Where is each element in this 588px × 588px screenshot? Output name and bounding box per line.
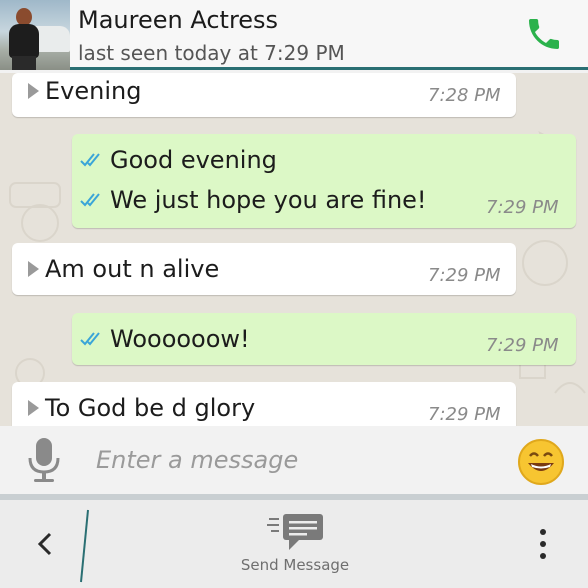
microphone-icon	[28, 438, 60, 482]
action-bar: Send Message	[0, 500, 588, 588]
chat-header: Maureen Actress last seen today at 7:29 …	[0, 0, 588, 70]
send-message-button[interactable]: Send Message	[230, 512, 360, 584]
read-ticks-icon	[80, 332, 100, 346]
emoji-button[interactable]	[517, 438, 565, 486]
message-time: 7:28 PM	[428, 85, 501, 106]
message-text: We just hope you are fine!	[110, 186, 427, 214]
incoming-arrow-icon	[28, 400, 39, 416]
call-button[interactable]	[522, 12, 566, 56]
back-button[interactable]	[30, 526, 60, 562]
incoming-arrow-icon	[28, 261, 39, 277]
more-vertical-icon	[540, 529, 546, 559]
avatar-person-legs	[12, 56, 36, 70]
message-time: 7:29 PM	[486, 335, 559, 356]
message-bubble-outgoing[interactable]: Woooooow! 7:29 PM	[72, 313, 576, 365]
message-composer	[0, 426, 588, 494]
message-text: Am out n alive	[45, 255, 220, 283]
incoming-arrow-icon	[28, 83, 39, 99]
chat-conversation[interactable]: Evening 7:28 PM Good evening We just hop…	[0, 73, 588, 426]
message-time: 7:29 PM	[486, 197, 559, 218]
contact-name[interactable]: Maureen Actress	[78, 6, 278, 34]
read-ticks-icon	[80, 193, 100, 207]
read-ticks-icon	[80, 153, 100, 167]
phone-icon	[529, 19, 559, 49]
message-input[interactable]	[96, 440, 496, 480]
avatar-person-body	[9, 24, 39, 58]
send-message-label: Send Message	[240, 556, 350, 574]
message-text: To God be d glory	[45, 394, 256, 422]
message-bubble-incoming[interactable]: Evening 7:28 PM	[12, 73, 516, 117]
overflow-menu-button[interactable]	[530, 526, 556, 562]
send-message-icon	[267, 514, 323, 550]
voice-message-button[interactable]	[24, 436, 64, 484]
action-bar-separator	[80, 509, 89, 583]
message-bubble-incoming[interactable]: Am out n alive 7:29 PM	[12, 243, 516, 295]
message-time: 7:29 PM	[428, 404, 501, 425]
last-seen-status: last seen today at 7:29 PM	[78, 41, 345, 65]
message-bubble-outgoing[interactable]: Good evening We just hope you are fine! …	[72, 134, 576, 228]
message-text: Good evening	[110, 146, 277, 174]
message-time: 7:29 PM	[428, 265, 501, 286]
message-text: Evening	[45, 77, 142, 105]
chevron-left-icon	[37, 532, 52, 556]
smiley-icon	[518, 439, 564, 485]
message-text: Woooooow!	[110, 325, 250, 353]
message-bubble-incoming[interactable]: To God be d glory 7:29 PM	[12, 382, 516, 426]
contact-avatar[interactable]	[0, 0, 70, 70]
